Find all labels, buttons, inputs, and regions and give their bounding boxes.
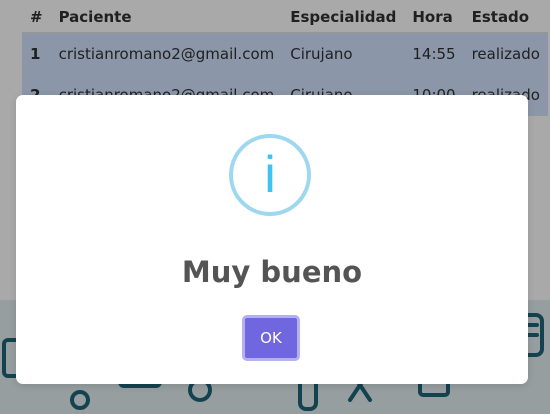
- ok-button[interactable]: OK: [242, 315, 300, 361]
- info-icon: i: [229, 134, 311, 216]
- dialog-title: Muy bueno: [181, 255, 363, 289]
- info-icon-glyph: i: [264, 146, 276, 204]
- alert-dialog: i Muy bueno OK: [16, 95, 528, 384]
